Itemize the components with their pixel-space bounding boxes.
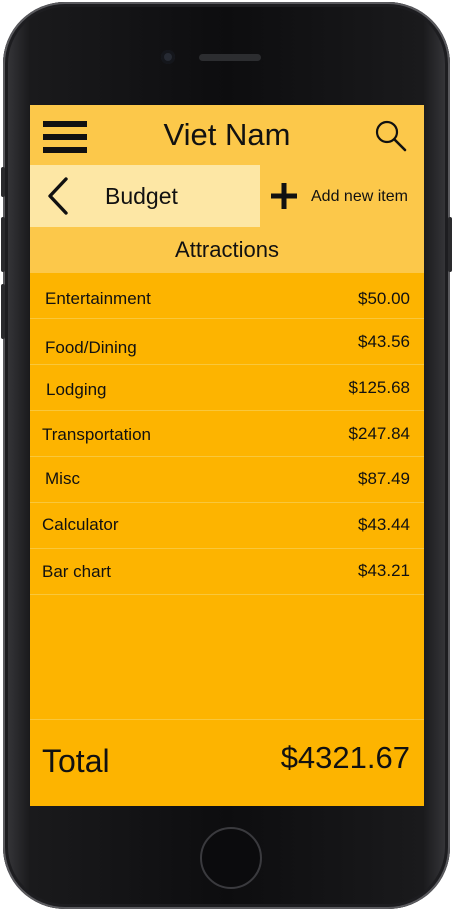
list-item[interactable]: Calculator $43.44 [30,503,424,549]
list-item[interactable]: Bar chart $43.21 [30,549,424,595]
volume-up-button [1,217,5,272]
item-name: Food/Dining [45,338,137,357]
chevron-left-icon [48,177,68,215]
budget-label: Budget [105,183,178,209]
list-item[interactable]: Transportation $247.84 [30,411,424,457]
item-amount: $87.49 [358,469,410,488]
search-icon[interactable] [374,119,408,153]
total-value: $4321.67 [280,740,410,775]
back-button[interactable]: Budget [30,165,260,227]
plus-icon[interactable] [270,182,298,210]
section-title: Attractions [175,237,279,262]
app-screen: Viet Nam Budget Add new item Attractions… [30,105,424,806]
add-new-item-button[interactable]: Add new item [311,187,408,207]
item-name: Entertainment [45,289,151,308]
item-name: Transportation [42,425,151,444]
item-name: Misc [45,469,80,488]
mute-switch [1,167,5,197]
item-amount: $43.21 [358,561,410,580]
section-header: Attractions [30,227,424,273]
budget-toolbar: Budget Add new item [30,165,424,227]
list-item[interactable]: Entertainment $50.00 [30,273,424,319]
list-item[interactable]: Food/Dining $43.56 [30,319,424,365]
item-amount: $50.00 [358,289,410,308]
volume-down-button [1,284,5,339]
front-camera [161,50,175,64]
item-name: Bar chart [42,562,111,581]
item-amount: $247.84 [348,424,410,443]
item-amount: $43.44 [358,515,410,534]
item-name: Calculator [42,515,119,534]
total-label: Total [42,743,110,779]
earpiece-speaker [199,54,261,61]
item-name: Lodging [46,380,107,399]
power-button [448,217,452,272]
item-amount: $125.68 [348,378,410,397]
page-title: Viet Nam [163,117,291,152]
list-item[interactable]: Misc $87.49 [30,457,424,503]
home-button[interactable] [200,827,262,889]
total-divider [30,719,424,720]
item-amount: $43.56 [358,332,410,351]
top-navigation-bar: Viet Nam [30,105,424,165]
list-item[interactable]: Lodging $125.68 [30,365,424,411]
